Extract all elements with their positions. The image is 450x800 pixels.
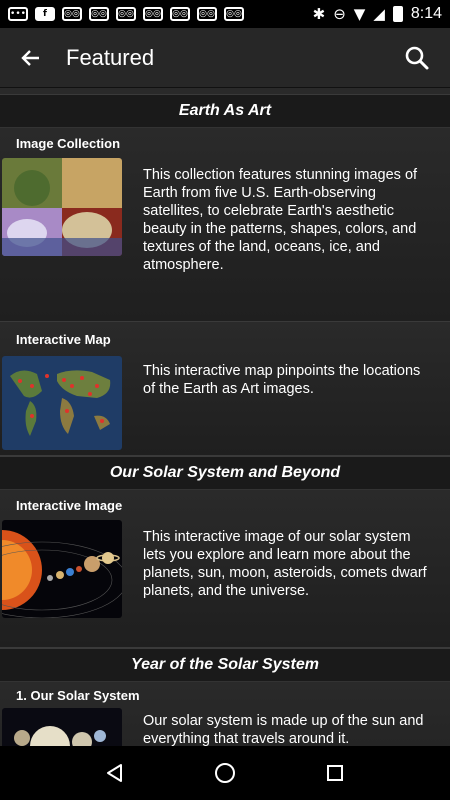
back-arrow-icon [21, 49, 39, 66]
page-title: Featured [66, 44, 155, 70]
facebook-icon: f [35, 7, 55, 21]
section-header: Earth As Art [0, 94, 450, 128]
media-icon: ◎◎ [197, 7, 217, 21]
signal-icon: ◢ [373, 5, 385, 23]
home-nav-button[interactable] [205, 753, 245, 793]
status-bar: ••• f ◎◎ ◎◎ ◎◎ ◎◎ ◎◎ ◎◎ ◎◎ ✱ ⊖ ▼ ◢ 8:14 [0, 0, 450, 28]
navigation-bar [0, 746, 450, 800]
item-label: Image Collection [16, 136, 121, 151]
recents-nav-button[interactable] [315, 753, 355, 793]
media-icon: ◎◎ [143, 7, 163, 21]
section-header: Our Solar System and Beyond [0, 456, 450, 490]
block-icon: ⊖ [333, 5, 346, 23]
app-bar: Featured [0, 28, 450, 88]
item-label: 1. Our Solar System [16, 688, 140, 703]
item-description: This collection features stunning images… [143, 167, 418, 273]
list-item-interactive-image[interactable]: Interactive Image This interactive image… [0, 490, 450, 648]
item-label: Interactive Image [16, 498, 123, 513]
item-description: This interactive map pinpoints the locat… [143, 363, 421, 397]
back-nav-button[interactable] [95, 753, 135, 793]
media-icon: ◎◎ [170, 7, 190, 21]
clock: 8:14 [410, 5, 442, 22]
media-icon: ◎◎ [62, 7, 82, 21]
item-description: Our solar system is made up of the sun a… [143, 713, 424, 746]
bluetooth-icon: ✱ [312, 5, 326, 23]
section-header: Year of the Solar System [0, 648, 450, 682]
list-item-our-solar-system[interactable]: 1. Our Solar System Our solar system is … [0, 682, 450, 746]
media-icon: ◎◎ [116, 7, 136, 21]
triangle-back-icon [107, 764, 122, 782]
media-icon: ◎◎ [89, 7, 109, 21]
planets-thumbnail [2, 708, 122, 746]
media-icon: ◎◎ [224, 7, 244, 21]
circle-home-icon [215, 763, 235, 783]
item-label: Interactive Map [16, 332, 111, 347]
back-button[interactable] [18, 46, 42, 70]
earth-collage-thumbnail [2, 158, 122, 256]
chat-icon: ••• [8, 7, 28, 21]
world-map-thumbnail [2, 356, 122, 450]
search-icon [405, 46, 429, 69]
notification-icons: ••• f ◎◎ ◎◎ ◎◎ ◎◎ ◎◎ ◎◎ ◎◎ [8, 7, 244, 21]
item-description: This interactive image of our solar syst… [143, 529, 427, 599]
solar-system-thumbnail [2, 520, 122, 618]
search-button[interactable] [402, 43, 432, 73]
battery-icon [392, 6, 403, 22]
list-item-interactive-map[interactable]: Interactive Map This interactive map pin… [0, 322, 450, 456]
list-item-image-collection[interactable]: Image Collection This collection feature… [0, 128, 450, 322]
square-recents-icon [327, 765, 343, 781]
featured-list[interactable]: Earth As Art Image Collection This colle… [0, 88, 450, 746]
wifi-icon: ▼ [353, 5, 366, 23]
